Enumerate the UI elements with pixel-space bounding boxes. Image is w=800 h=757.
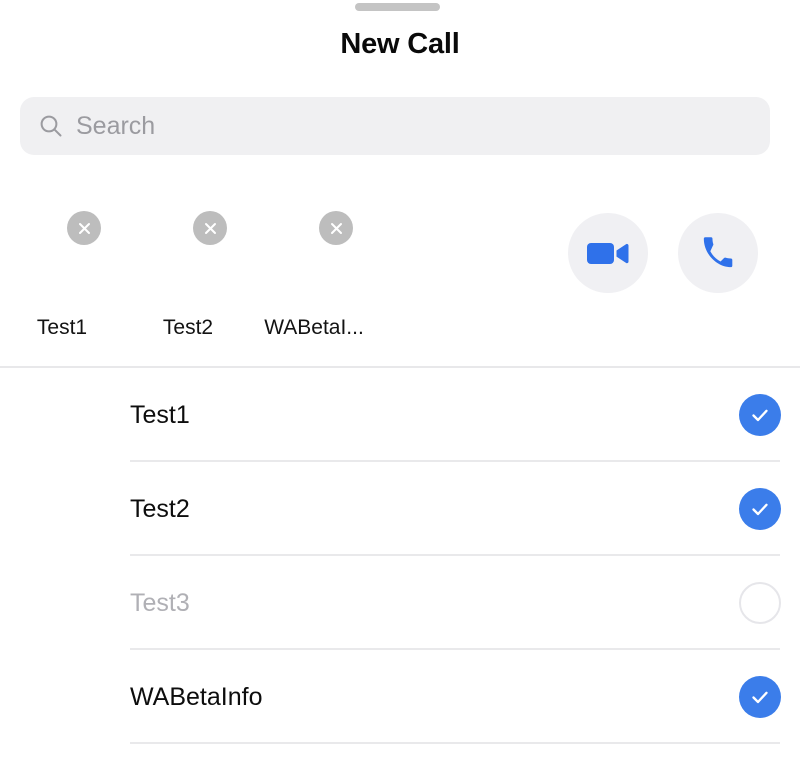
contact-name: Test1 — [130, 401, 190, 429]
selected-chip[interactable]: Test2 — [134, 192, 242, 348]
call-actions — [568, 213, 788, 293]
contact-row[interactable]: Test2 — [0, 462, 800, 556]
avatar — [30, 667, 90, 727]
contact-list: Test1 Test2 Test3 WABetaInfo — [0, 368, 800, 744]
voice-call-button[interactable] — [678, 213, 758, 293]
contact-name: Test2 — [130, 495, 190, 523]
selection-checkbox[interactable] — [739, 676, 781, 718]
contact-name: WABetaInfo — [130, 683, 263, 711]
avatar — [30, 573, 90, 633]
selected-chip-label: Test2 — [162, 316, 214, 339]
avatar — [30, 385, 90, 445]
contact-row[interactable]: WABetaInfo — [0, 650, 800, 744]
video-camera-icon — [587, 239, 629, 267]
selected-chips-strip[interactable]: Test1 Test2 WABetaI... — [0, 178, 530, 348]
selected-chip[interactable]: Test1 — [8, 192, 116, 348]
selected-chip-label: WABetaI... — [264, 316, 364, 339]
page-title: New Call — [340, 28, 460, 60]
contact-name: Test3 — [130, 589, 190, 617]
selected-chip[interactable]: WABetaI... — [260, 192, 368, 348]
search-bar[interactable] — [20, 97, 770, 155]
selection-checkbox[interactable] — [739, 582, 781, 624]
new-call-sheet: New Call Test1 — [0, 0, 800, 757]
row-divider — [130, 742, 780, 744]
close-icon[interactable] — [193, 211, 227, 245]
selection-checkbox[interactable] — [739, 488, 781, 530]
close-icon[interactable] — [319, 211, 353, 245]
avatar — [30, 479, 90, 539]
close-icon[interactable] — [67, 211, 101, 245]
selection-checkbox[interactable] — [739, 394, 781, 436]
video-call-button[interactable] — [568, 213, 648, 293]
search-icon — [38, 113, 64, 139]
phone-icon — [701, 236, 735, 270]
contact-row[interactable]: Test3 — [0, 556, 800, 650]
contact-row[interactable]: Test1 — [0, 368, 800, 462]
drag-handle[interactable] — [355, 3, 440, 11]
selected-contacts-area: Test1 Test2 WABetaI... — [0, 178, 800, 363]
search-input[interactable] — [76, 109, 716, 143]
selected-chip-label: Test1 — [36, 316, 88, 339]
